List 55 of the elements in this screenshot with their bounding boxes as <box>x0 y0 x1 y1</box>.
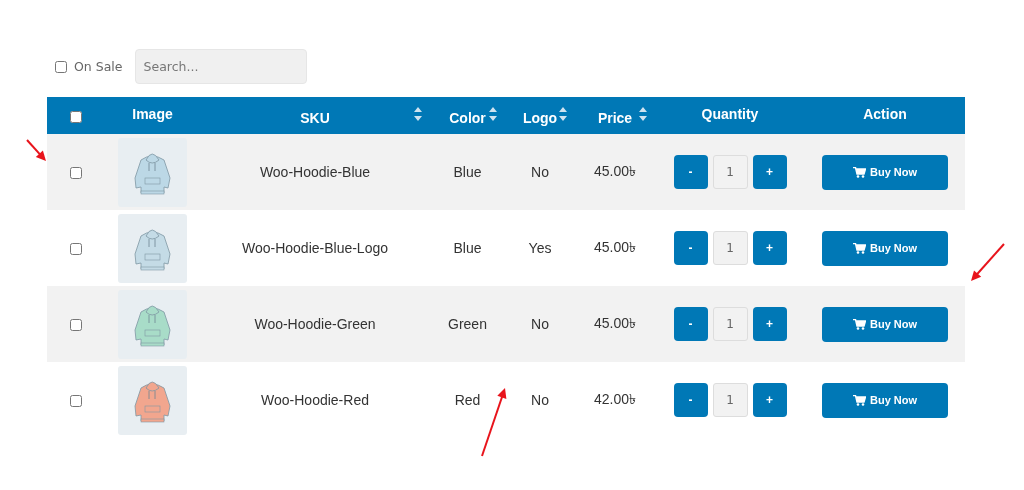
buy-now-button[interactable]: Buy Now <box>822 306 948 342</box>
annotation-arrow <box>968 242 1006 284</box>
search-field[interactable]: Search... <box>134 49 307 84</box>
logo-text: No <box>531 164 549 180</box>
logo-text: Yes <box>528 240 552 256</box>
sort-icon[interactable] <box>639 107 647 121</box>
cart-icon <box>852 394 866 406</box>
annotation-arrow <box>26 139 48 163</box>
price-text: 42.00৳ <box>593 391 636 407</box>
sort-icon[interactable] <box>489 107 497 121</box>
row-checkbox[interactable] <box>70 243 82 256</box>
sku-text: Woo-Hoodie-Red <box>261 392 369 408</box>
price-text: 45.00৳ <box>593 239 636 255</box>
increase-button[interactable]: + <box>752 155 787 189</box>
buy-now-button[interactable]: Buy Now <box>822 154 948 190</box>
price-text: 45.00৳ <box>593 315 636 331</box>
sort-icon[interactable] <box>414 107 422 121</box>
select-all-checkbox[interactable] <box>70 110 82 123</box>
decrease-button[interactable]: - <box>673 155 708 189</box>
quantity-field[interactable]: 1 <box>712 155 748 189</box>
quantity-field[interactable]: 1 <box>712 307 748 341</box>
buy-now-button[interactable]: Buy Now <box>822 382 948 418</box>
sort-icon[interactable] <box>559 107 567 121</box>
on-sale-label: On Sale <box>74 59 123 74</box>
row-checkbox[interactable] <box>70 395 82 408</box>
decrease-button[interactable]: - <box>673 383 708 417</box>
row-checkbox[interactable] <box>70 319 82 332</box>
increase-button[interactable]: + <box>752 307 787 341</box>
sku-text: Woo-Hoodie-Blue <box>259 164 371 180</box>
color-text: Green <box>448 316 487 332</box>
column-header[interactable]: SKU <box>300 109 330 126</box>
decrease-button[interactable]: - <box>673 307 708 341</box>
quantity-field[interactable]: 1 <box>712 383 748 417</box>
annotation-arrow <box>480 386 508 458</box>
color-text: Red <box>454 392 481 408</box>
cart-icon <box>852 166 866 178</box>
cart-icon <box>852 242 866 254</box>
quantity-field[interactable]: 1 <box>712 231 748 265</box>
column-header: Quantity <box>701 105 759 122</box>
increase-button[interactable]: + <box>752 231 787 265</box>
cart-icon <box>852 318 866 330</box>
column-header: Action <box>863 105 907 122</box>
color-text: Blue <box>453 164 482 180</box>
increase-button[interactable]: + <box>752 383 787 417</box>
sku-text: Woo-Hoodie-Blue-Logo <box>241 240 389 256</box>
logo-text: No <box>531 392 549 408</box>
price-text: 45.00৳ <box>593 163 636 179</box>
column-header: Image <box>132 105 173 122</box>
decrease-button[interactable]: - <box>673 231 708 265</box>
color-text: Blue <box>453 240 482 256</box>
on-sale-checkbox[interactable] <box>55 60 67 73</box>
sku-text: Woo-Hoodie-Green <box>254 316 376 332</box>
buy-now-button[interactable]: Buy Now <box>822 230 948 266</box>
logo-text: No <box>531 316 549 332</box>
row-checkbox[interactable] <box>70 167 82 180</box>
